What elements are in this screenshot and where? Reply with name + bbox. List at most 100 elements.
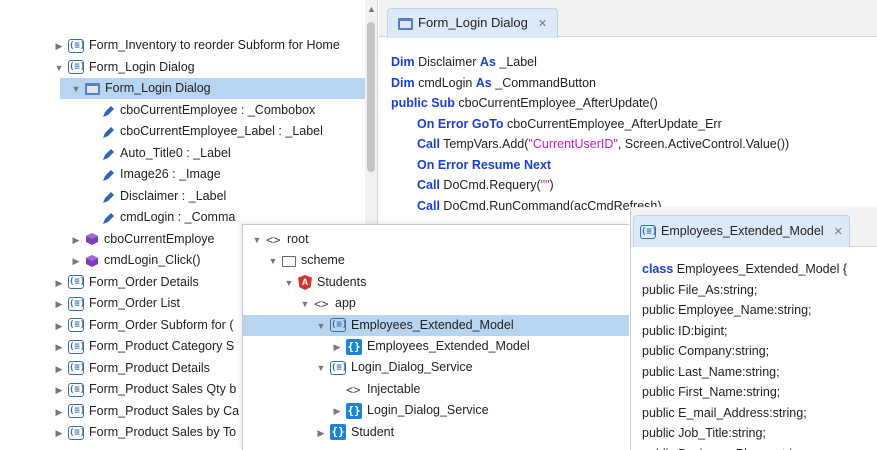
chevron-down-icon[interactable]: ▼ — [53, 58, 65, 79]
class-icon: {} — [346, 402, 362, 419]
code-text: public E_mail_Address:string; — [642, 405, 807, 420]
code-editor-panel: Form_Login Dialog ✕ Dim Disclaimer As _La… — [379, 0, 877, 210]
module-icon: (≡) — [68, 60, 86, 75]
method-icon — [85, 232, 99, 246]
chevron-right-icon[interactable]: ▶ — [53, 36, 65, 57]
code-text: DoCmd.Requery( — [439, 178, 541, 192]
code-text: , Screen.ActiveControl.Value()) — [617, 137, 790, 151]
chevron-right-icon[interactable]: ▶ — [53, 337, 65, 358]
tree-row[interactable]: Auto_Title0 : _Label — [0, 143, 365, 164]
tree-row[interactable]: ▶{} Employees_Extended_Model — [243, 336, 629, 357]
tree-row-label: root — [287, 232, 309, 246]
tree-row-label: Form_Product Details — [89, 360, 210, 375]
code-keyword: As — [479, 55, 496, 69]
module-icon: (≡) — [68, 275, 86, 290]
chevron-right-icon[interactable]: ▶ — [53, 423, 65, 444]
code-keyword: On Error GoTo — [417, 116, 504, 131]
chevron-right-icon[interactable]: ▶ — [53, 380, 65, 401]
module-icon: (≡) — [68, 404, 86, 419]
project-tree-popup: ▼ <> root ▼ scheme ▼ A Students ▼ <> app ▼ (≡) Employ… — [242, 224, 629, 450]
tree-row-label: Employees_Extended_Model — [351, 317, 514, 332]
chevron-right-icon[interactable]: ▶ — [53, 402, 65, 423]
chevron-right-icon[interactable]: ▶ — [53, 273, 65, 294]
chevron-right-icon[interactable]: ▶ — [53, 294, 65, 315]
code-line: public Job_Title:string; — [642, 423, 766, 444]
chevron-right-icon[interactable]: ▶ — [70, 230, 82, 251]
tree-row[interactable]: cboCurrentEmployee_Label : _Label — [0, 121, 365, 142]
code-line: Call DoCmd.RunCommand(acCmdRefresh) — [417, 196, 662, 211]
form-icon — [398, 17, 413, 30]
tree-row[interactable]: <> Injectable — [243, 379, 629, 400]
tree-row-label: Image26 : _Image — [120, 167, 221, 181]
tree-row[interactable]: cboCurrentEmployee : _Combobox — [0, 100, 365, 121]
chevron-right-icon[interactable]: ▶ — [315, 423, 327, 444]
chevron-down-icon[interactable]: ▼ — [283, 273, 295, 294]
scrollbar-thumb[interactable] — [367, 22, 375, 172]
tab-form-login-dialog[interactable]: Form_Login Dialog ✕ — [387, 8, 559, 38]
tree-row-label: Students — [317, 274, 367, 289]
code-text: cmdLogin — [414, 75, 476, 90]
chevron-right-icon[interactable]: ▶ — [331, 337, 343, 358]
tab-label: Form_Login Dialog — [418, 15, 528, 30]
chevron-right-icon[interactable]: ▶ — [70, 251, 82, 272]
code-line: On Error Resume Next — [417, 155, 551, 175]
tree-row-label: cboCurrentEmploye — [104, 231, 215, 246]
chevron-right-icon[interactable]: ▶ — [53, 359, 65, 380]
scroll-up-icon[interactable]: ▲ — [367, 4, 376, 14]
code-line: public Sub cboCurrentEmployee_AfterUpdat… — [391, 93, 658, 113]
tree-row[interactable]: ▼ Form_Login Dialog — [60, 78, 365, 99]
code-text: TempVars.Add( — [439, 137, 529, 151]
module-icon: (≡) — [68, 318, 86, 333]
module-icon: (≡) — [68, 361, 86, 376]
code-icon: <> — [314, 296, 329, 311]
tree-row-label: Employees_Extended_Model — [367, 339, 530, 353]
code-text: DoCmd.RunCommand(acCmdRefresh) — [439, 198, 662, 211]
chevron-down-icon[interactable]: ▼ — [70, 79, 82, 100]
tab-employees-extended-model[interactable]: (≡) Employees_Extended_Model ✕ — [633, 215, 850, 247]
close-icon[interactable]: ✕ — [834, 217, 843, 247]
tree-row-label: Form_Order Subform for ( — [89, 317, 234, 332]
tree-row[interactable]: ▼ (≡) Login_Dialog_Service — [243, 357, 629, 378]
code-text: public Company:string; — [642, 344, 770, 358]
code-keyword: As — [475, 75, 492, 90]
tree-row[interactable]: ▼ <> app — [243, 293, 629, 314]
chevron-down-icon[interactable]: ▼ — [267, 251, 279, 272]
tree-row[interactable]: ▶ (≡) Form_Inventory to reorder Subform fo… — [0, 35, 365, 56]
tree-row[interactable]: ▶{} Login_Dialog_Service — [243, 400, 629, 421]
folder-icon — [282, 255, 296, 267]
chevron-right-icon[interactable]: ▶ — [331, 401, 343, 422]
code-line: public Business_Phone:string; — [642, 444, 809, 450]
code-text: Disclaimer — [414, 55, 480, 69]
code-keyword: Call — [417, 137, 440, 151]
tree-row[interactable]: Disclaimer : _Label — [0, 186, 365, 207]
code-line: public First_Name:string; — [642, 382, 780, 403]
code-text: _Label — [495, 55, 537, 69]
tree-row[interactable]: ▼ <> root — [243, 229, 629, 250]
field-icon — [102, 125, 115, 139]
code-text: public Employee_Name:string; — [642, 303, 812, 317]
tree-row-label: cmdLogin_Click() — [104, 253, 201, 267]
tree-row[interactable]: ▼ (≡) Employees_Extended_Model — [243, 314, 629, 337]
form-icon — [85, 82, 100, 95]
code-line: Call DoCmd.Requery("") — [417, 175, 554, 195]
tree-row[interactable]: ▼ A Students — [243, 272, 629, 293]
code-line: On Error GoTo cboCurrentEmployee_AfterUp… — [417, 114, 722, 134]
chevron-down-icon[interactable]: ▼ — [251, 230, 263, 251]
method-icon — [85, 254, 99, 268]
code-text: public Last_Name:string; — [642, 364, 780, 379]
chevron-down-icon[interactable]: ▼ — [299, 294, 311, 315]
module-icon: (≡) — [330, 361, 348, 376]
tree-row-label: Form_Product Sales Qty b — [89, 382, 237, 396]
tab-label: Employees_Extended_Model — [661, 224, 824, 238]
tree-row[interactable]: ▼ (≡) Form_Login Dialog — [0, 57, 365, 78]
tree-row[interactable]: Image26 : _Image — [0, 164, 365, 185]
close-icon[interactable]: ✕ — [538, 10, 547, 38]
angular-icon: A — [298, 275, 312, 290]
editor-tab-bar: Form_Login Dialog ✕ — [379, 0, 877, 38]
chevron-down-icon[interactable]: ▼ — [315, 316, 327, 337]
tree-row[interactable]: ▼ scheme — [243, 250, 629, 271]
tree-row[interactable]: ▶{} Student — [243, 422, 629, 443]
class-icon: {} — [330, 424, 346, 441]
chevron-right-icon[interactable]: ▶ — [53, 316, 65, 337]
chevron-down-icon[interactable]: ▼ — [315, 358, 327, 379]
